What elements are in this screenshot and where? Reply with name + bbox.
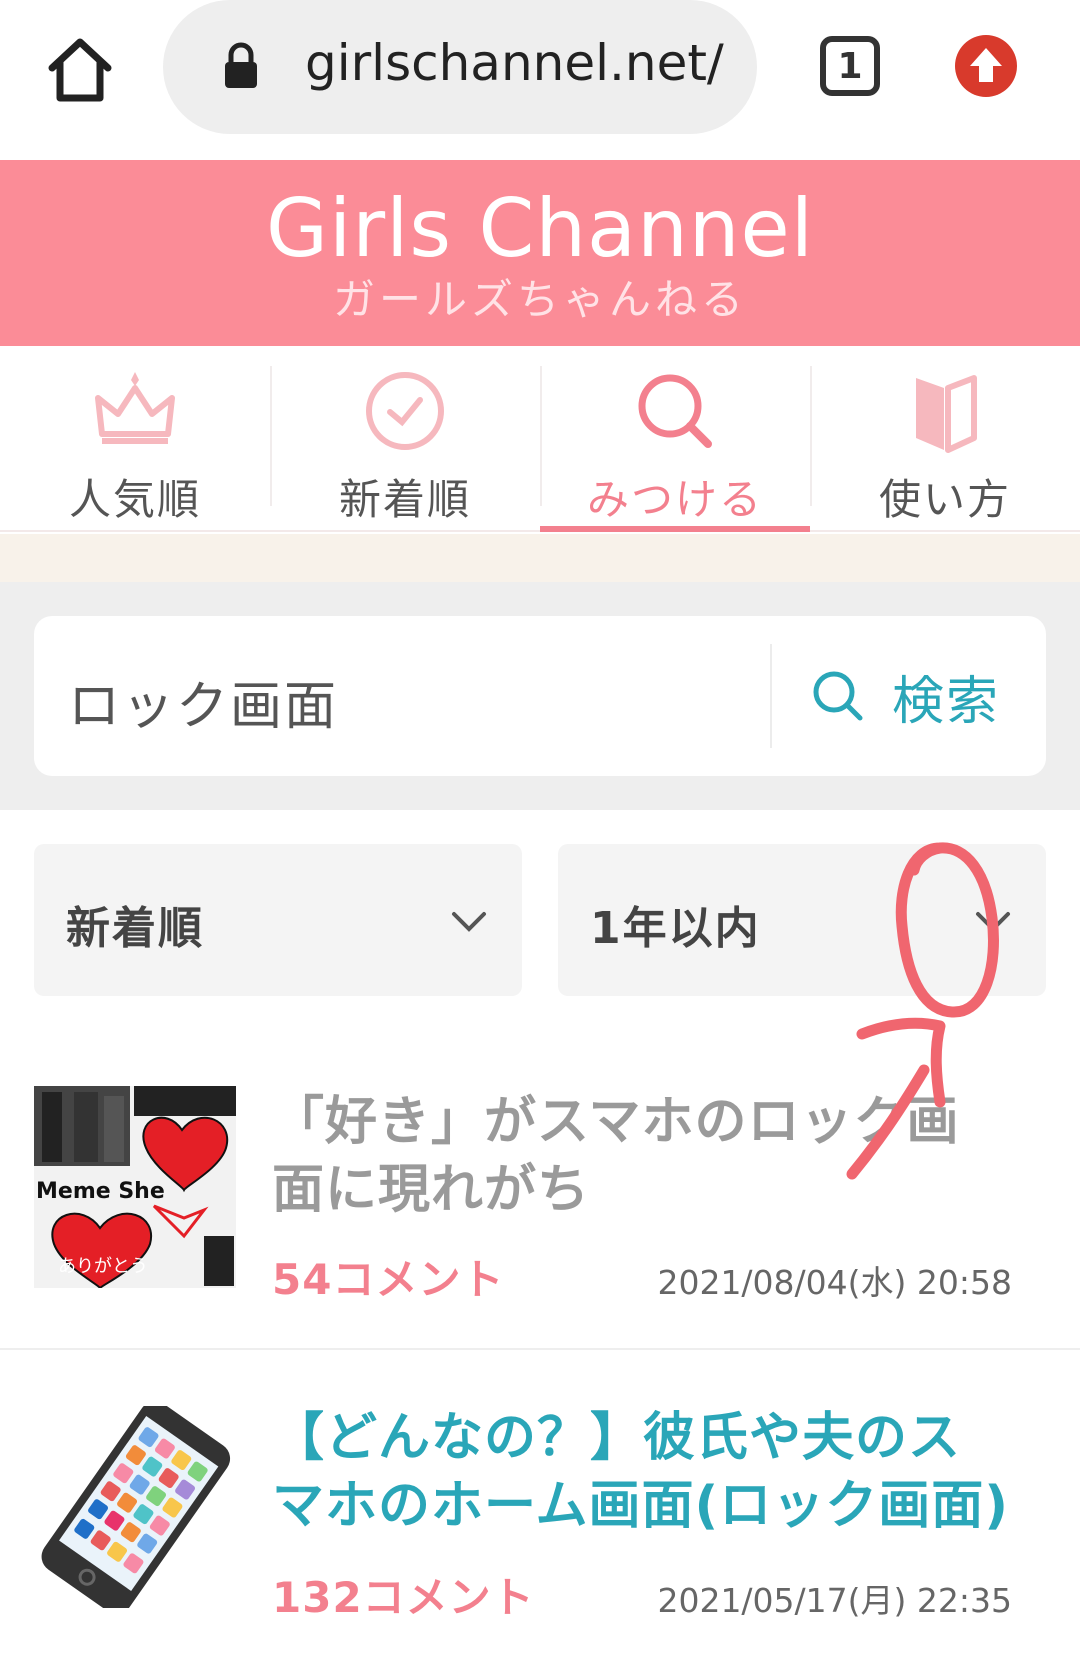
search-button[interactable]: 検索: [810, 654, 1030, 738]
tab-label: みつける: [586, 475, 763, 524]
nav-tabs: 人気順 新着順 みつける 使い方: [0, 346, 1080, 532]
comment-count: 54コメント: [272, 1255, 505, 1304]
tab-label: 使い方: [878, 475, 1011, 524]
site-header[interactable]: Girls Channel ガールズちゃんねる: [0, 160, 1080, 346]
search-icon: [813, 671, 863, 721]
url-text: girlschannel.net/t: [305, 34, 725, 92]
lock-icon: [221, 42, 261, 90]
search-area: ロック画面 検索: [0, 582, 1080, 810]
browser-toolbar: girlschannel.net/t 1: [0, 0, 1080, 160]
tab-label: 新着順: [338, 475, 471, 524]
sort-select[interactable]: 新着順: [34, 844, 522, 996]
site-logo: Girls Channel: [266, 182, 814, 275]
home-icon[interactable]: [40, 30, 120, 110]
divider-band: [0, 534, 1080, 582]
tab-label: 人気順: [68, 475, 201, 524]
search-divider: [770, 644, 772, 748]
clock-icon: [366, 372, 444, 450]
update-icon[interactable]: [955, 35, 1017, 97]
tab-newest[interactable]: 新着順: [270, 346, 540, 532]
thumb-text: Meme She: [36, 1179, 165, 1204]
tab-howto[interactable]: 使い方: [810, 346, 1080, 532]
book-icon: [916, 375, 977, 453]
search-icon: [638, 374, 712, 448]
tab-find[interactable]: みつける: [540, 346, 810, 532]
sort-select-value: 新着順: [66, 903, 204, 954]
search-button-label: 検索: [892, 671, 1001, 732]
topic-list-item[interactable]: 【どんなの？】彼氏や夫のスマホのホーム画面(ロック画面) 132コメント 202…: [0, 1352, 1080, 1677]
tab-popular[interactable]: 人気順: [0, 346, 270, 532]
address-bar[interactable]: girlschannel.net/t: [163, 0, 757, 134]
thumb-text2: ありがとう: [58, 1256, 148, 1277]
topic-title[interactable]: 【どんなの？】彼氏や夫のスマホのホーム画面(ロック画面): [272, 1404, 1012, 1540]
topic-thumbnail: Meme She ありがとう: [34, 1086, 236, 1290]
topic-date: 2021/08/04(水) 20:58: [657, 1263, 1012, 1302]
period-select-value: 1年以内: [590, 903, 761, 954]
topic-date: 2021/05/17(月) 22:35: [657, 1581, 1012, 1620]
smartphone-icon: [34, 1401, 236, 1614]
crown-icon: [95, 372, 175, 444]
annotation-circle-arrow: [846, 842, 999, 1180]
tab-switcher-button[interactable]: 1: [820, 36, 880, 96]
search-box: ロック画面 検索: [34, 616, 1046, 776]
site-logo-sub: ガールズちゃんねる: [332, 275, 747, 324]
chevron-down-icon: [452, 912, 486, 932]
comment-count: 132コメント: [272, 1573, 535, 1622]
search-input[interactable]: ロック画面: [68, 664, 748, 739]
